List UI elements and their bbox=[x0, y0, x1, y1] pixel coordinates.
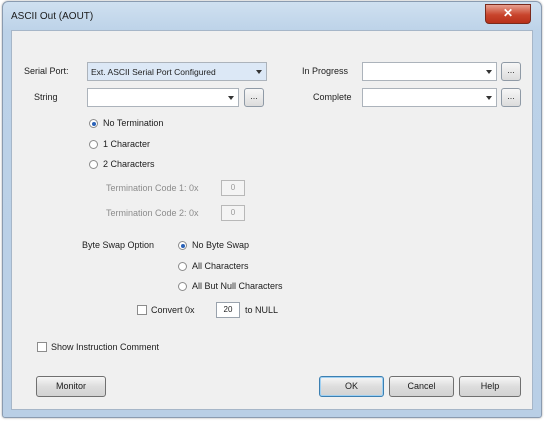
string-dropdown[interactable] bbox=[87, 88, 239, 107]
dialog-window: ASCII Out (AOUT) ✕ Serial Port: Ext. ASC… bbox=[2, 1, 542, 418]
serial-port-value: Ext. ASCII Serial Port Configured bbox=[91, 67, 216, 77]
ellipsis-icon: ... bbox=[507, 65, 515, 75]
radio-all-but-null-characters[interactable] bbox=[178, 282, 187, 291]
radio-1-character-label: 1 Character bbox=[103, 139, 151, 149]
radio-no-byte-swap-label: No Byte Swap bbox=[192, 240, 250, 250]
radio-2-characters-label: 2 Characters bbox=[103, 159, 155, 169]
termination-code-1-value: 0 bbox=[230, 183, 236, 192]
ok-button-label: OK bbox=[344, 381, 358, 391]
radio-all-characters[interactable] bbox=[178, 262, 187, 271]
chevron-down-icon bbox=[486, 70, 492, 74]
termination-code-1-field[interactable]: 0 bbox=[221, 180, 245, 196]
title-bar[interactable]: ASCII Out (AOUT) ✕ bbox=[3, 2, 541, 30]
show-comment-checkbox[interactable] bbox=[37, 342, 47, 352]
ok-button[interactable]: OK bbox=[319, 376, 384, 397]
radio-all-characters-label: All Characters bbox=[192, 261, 249, 271]
termination-code-2-label: Termination Code 2: 0x bbox=[106, 208, 199, 218]
string-label: String bbox=[34, 92, 58, 102]
byte-swap-label: Byte Swap Option bbox=[82, 240, 155, 250]
chevron-down-icon bbox=[486, 96, 492, 100]
radio-no-termination-label: No Termination bbox=[103, 118, 164, 128]
convert-label: Convert 0x bbox=[151, 305, 195, 315]
monitor-button-label: Monitor bbox=[55, 381, 86, 391]
chevron-down-icon bbox=[256, 70, 262, 74]
convert-suffix-label: to NULL bbox=[245, 305, 279, 315]
dialog-body: Serial Port: Ext. ASCII Serial Port Conf… bbox=[11, 30, 533, 410]
window-title: ASCII Out (AOUT) bbox=[11, 11, 94, 22]
help-button[interactable]: Help bbox=[459, 376, 521, 397]
ellipsis-icon: ... bbox=[250, 91, 258, 101]
in-progress-browse-button[interactable]: ... bbox=[501, 62, 521, 81]
convert-value: 20 bbox=[223, 305, 233, 314]
serial-port-dropdown[interactable]: Ext. ASCII Serial Port Configured bbox=[87, 62, 267, 81]
termination-code-1-label: Termination Code 1: 0x bbox=[106, 183, 199, 193]
convert-checkbox[interactable] bbox=[137, 305, 147, 315]
monitor-button[interactable]: Monitor bbox=[36, 376, 106, 397]
close-icon: ✕ bbox=[502, 6, 514, 20]
radio-no-termination[interactable] bbox=[89, 119, 98, 128]
complete-browse-button[interactable]: ... bbox=[501, 88, 521, 107]
radio-2-characters[interactable] bbox=[89, 160, 98, 169]
show-comment-label: Show Instruction Comment bbox=[51, 342, 160, 352]
complete-label: Complete bbox=[313, 92, 352, 102]
in-progress-label: In Progress bbox=[302, 66, 349, 76]
ellipsis-icon: ... bbox=[507, 91, 515, 101]
radio-no-byte-swap[interactable] bbox=[178, 241, 187, 250]
help-button-label: Help bbox=[480, 381, 500, 391]
cancel-button-label: Cancel bbox=[407, 381, 436, 391]
cancel-button[interactable]: Cancel bbox=[389, 376, 454, 397]
termination-code-2-field[interactable]: 0 bbox=[221, 205, 245, 221]
termination-code-2-value: 0 bbox=[230, 208, 236, 217]
radio-1-character[interactable] bbox=[89, 140, 98, 149]
convert-value-field[interactable]: 20 bbox=[216, 302, 240, 318]
complete-dropdown[interactable] bbox=[362, 88, 497, 107]
serial-port-label: Serial Port: bbox=[24, 66, 69, 76]
radio-all-but-null-characters-label: All But Null Characters bbox=[192, 281, 283, 291]
in-progress-dropdown[interactable] bbox=[362, 62, 497, 81]
chevron-down-icon bbox=[228, 96, 234, 100]
close-button[interactable]: ✕ bbox=[485, 4, 531, 24]
string-browse-button[interactable]: ... bbox=[244, 88, 264, 107]
